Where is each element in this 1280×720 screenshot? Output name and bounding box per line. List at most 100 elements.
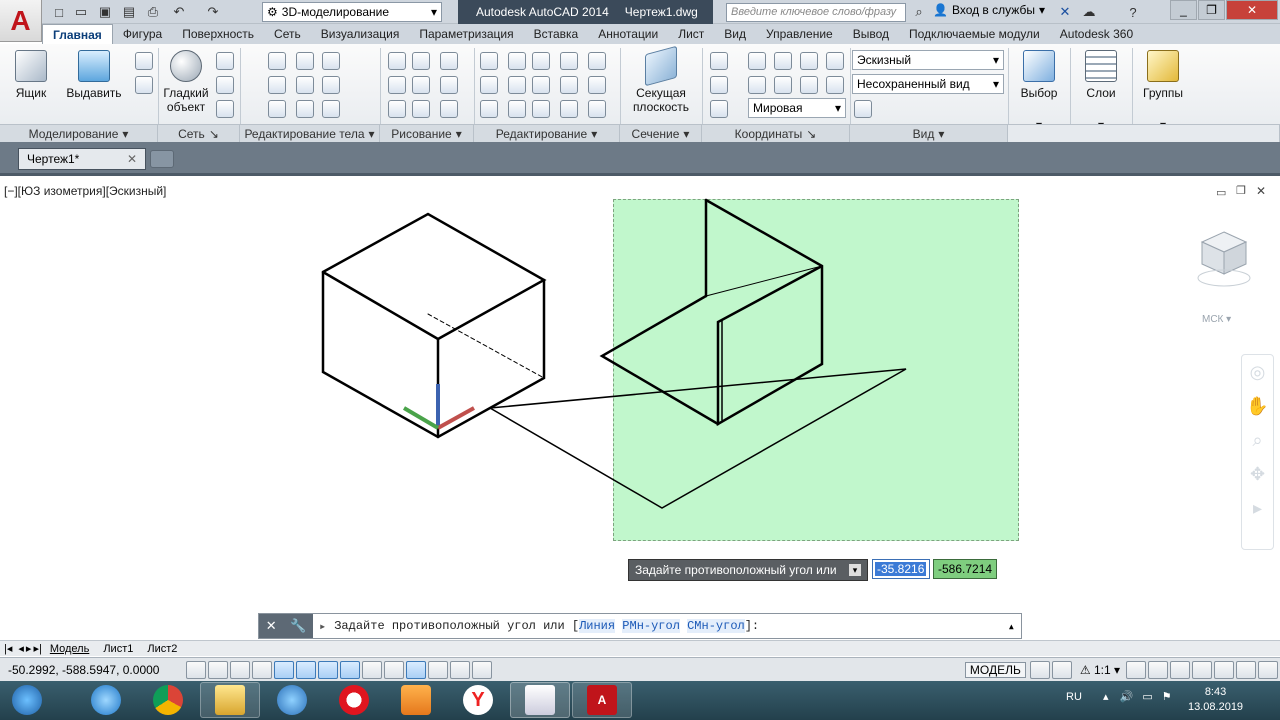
ucs-menu[interactable]: МСК ▾	[1202, 314, 1231, 325]
3d-osnap-toggle[interactable]	[318, 660, 338, 679]
ucs-icon[interactable]	[826, 76, 844, 94]
clean-screen-icon[interactable]	[1258, 660, 1278, 679]
infer-constraints-toggle[interactable]	[186, 660, 206, 679]
clock[interactable]: 8:43 13.08.2019	[1188, 685, 1243, 715]
annotation-visibility-icon[interactable]	[1126, 660, 1146, 679]
quick-view-layouts-icon[interactable]	[1029, 660, 1050, 679]
viewcube[interactable]	[1196, 228, 1252, 288]
otrack-toggle[interactable]	[340, 660, 360, 679]
panel-view[interactable]: Вид ▾	[850, 124, 1008, 142]
panel-mesh[interactable]: Сеть ↘	[158, 124, 240, 142]
ucs-select[interactable]: Мировая ▾	[748, 98, 846, 118]
edit-tool-icon[interactable]	[560, 52, 578, 70]
visual-style-select[interactable]: Эскизный ▾	[852, 50, 1004, 70]
line-icon[interactable]	[412, 52, 430, 70]
named-view-select[interactable]: Несохраненный вид ▾	[852, 74, 1004, 94]
taskbar-autocad[interactable]: A	[572, 682, 632, 718]
dynamic-input-x[interactable]: -35.8216	[872, 559, 930, 579]
taskbar-ie[interactable]	[76, 682, 136, 718]
lineweight-toggle[interactable]	[406, 660, 426, 679]
selection-cycling-toggle[interactable]	[472, 660, 492, 679]
search-input[interactable]: Введите ключевое слово/фразу	[726, 3, 906, 22]
dynamic-input-y[interactable]: -586.7214	[933, 559, 997, 579]
mesh-tool-icon[interactable]	[216, 52, 234, 70]
minimize-button[interactable]: _	[1170, 0, 1197, 20]
taskbar-chrome[interactable]	[138, 682, 198, 718]
navigation-bar[interactable]: ◎ ✋ ⌕ ✥ ▸	[1241, 354, 1274, 550]
workspace-switch-icon[interactable]	[1170, 660, 1190, 679]
file-tab[interactable]: Чертеж1* ✕	[18, 148, 146, 170]
print-icon[interactable]: ⎙	[144, 3, 162, 21]
tab-annotate[interactable]: Аннотации	[588, 24, 668, 44]
save-icon[interactable]: ▣	[96, 3, 114, 21]
edit-tool-icon[interactable]	[508, 76, 526, 94]
snap-toggle[interactable]	[208, 660, 228, 679]
model-space-button[interactable]: МОДЕЛЬ	[964, 661, 1026, 678]
exchange-icon[interactable]: ✕	[1056, 3, 1074, 21]
lock-icon[interactable]	[1192, 660, 1212, 679]
ucs-icon[interactable]	[826, 52, 844, 70]
ucs-icon[interactable]	[710, 100, 728, 118]
taskbar-video[interactable]	[386, 682, 446, 718]
ucs-icon[interactable]	[748, 76, 766, 94]
ucs-icon[interactable]	[774, 52, 792, 70]
viewport-close-icon[interactable]: ✕	[1256, 184, 1266, 198]
polyline-icon[interactable]	[388, 52, 406, 70]
circle-icon[interactable]	[440, 76, 458, 94]
osnap-toggle[interactable]	[296, 660, 316, 679]
tab-output[interactable]: Вывод	[843, 24, 899, 44]
union-icon[interactable]	[268, 52, 286, 70]
auto-scale-icon[interactable]	[1148, 660, 1168, 679]
taskbar-yandex[interactable]: Y	[448, 682, 508, 718]
start-button[interactable]	[2, 682, 52, 718]
tab-model[interactable]: Модель	[44, 643, 95, 655]
panel-solid-editing[interactable]: Редактирование тела ▾	[240, 124, 380, 142]
3d-move-icon[interactable]	[532, 52, 550, 70]
tab-home[interactable]: Главная	[42, 24, 113, 44]
command-line[interactable]: ✕ 🔧 ▸ Задайте противоположный угол или […	[258, 613, 1022, 639]
panel-coordinates[interactable]: Координаты ↘	[702, 124, 850, 142]
cursor-coordinates[interactable]: -50.2992, -588.5947, 0.0000	[0, 663, 186, 677]
panel-modeling[interactable]: Моделирование ▾	[0, 124, 158, 142]
ucs-icon[interactable]	[710, 52, 728, 70]
hardware-acceleration-icon[interactable]	[1214, 660, 1234, 679]
volume-icon[interactable]: 🔊	[1120, 691, 1134, 703]
solid-edit-icon[interactable]	[322, 100, 340, 118]
grid-toggle[interactable]	[230, 660, 250, 679]
solid-edit-icon[interactable]	[322, 52, 340, 70]
binoculars-icon[interactable]: ⌕	[910, 3, 928, 21]
taskbar-autocad-window[interactable]	[510, 682, 570, 718]
panel-modify[interactable]: Редактирование ▾	[474, 124, 620, 142]
ucs-icon[interactable]	[774, 76, 792, 94]
polygon-icon[interactable]	[388, 100, 406, 118]
tab-render[interactable]: Визуализация	[311, 24, 410, 44]
transparency-toggle[interactable]	[428, 660, 448, 679]
ducs-toggle[interactable]	[362, 660, 382, 679]
3d-rotate-icon[interactable]	[508, 52, 526, 70]
tab-plugins[interactable]: Подключаемые модули	[899, 24, 1050, 44]
subtract-icon[interactable]	[268, 76, 286, 94]
login-button[interactable]: 👤 Вход в службы ▾	[933, 3, 1045, 17]
command-prompt-icon[interactable]: ▸	[313, 619, 326, 634]
quick-view-drawings-icon[interactable]	[1051, 660, 1072, 679]
mesh-tool-icon[interactable]	[216, 100, 234, 118]
taskbar-opera[interactable]	[324, 682, 384, 718]
array-icon[interactable]	[588, 100, 606, 118]
close-button[interactable]: ✕	[1226, 0, 1278, 20]
redo-icon[interactable]: ↷	[204, 3, 222, 21]
tab-layout2[interactable]: Лист2	[141, 643, 183, 655]
edit-tool-icon[interactable]	[532, 100, 550, 118]
modeling-tool-icon[interactable]	[135, 76, 153, 94]
close-icon[interactable]: ✕	[266, 618, 277, 634]
annotation-scale[interactable]: ⚠ 1:1 ▾	[1074, 663, 1126, 677]
box-button[interactable]: Ящик	[8, 50, 54, 100]
tab-manage[interactable]: Управление	[756, 24, 843, 44]
workspace-select[interactable]: ⚙ 3D-моделирование ▾	[262, 2, 442, 22]
tab-parametric[interactable]: Параметризация	[409, 24, 523, 44]
tab-surface[interactable]: Поверхность	[172, 24, 264, 44]
smooth-object-button[interactable]: Гладкий объект	[162, 50, 210, 114]
flag-icon[interactable]: ⚑	[1162, 691, 1172, 703]
undo-icon[interactable]: ↶	[170, 3, 188, 21]
ellipse-icon[interactable]	[440, 100, 458, 118]
solid-edit-icon[interactable]	[296, 100, 314, 118]
